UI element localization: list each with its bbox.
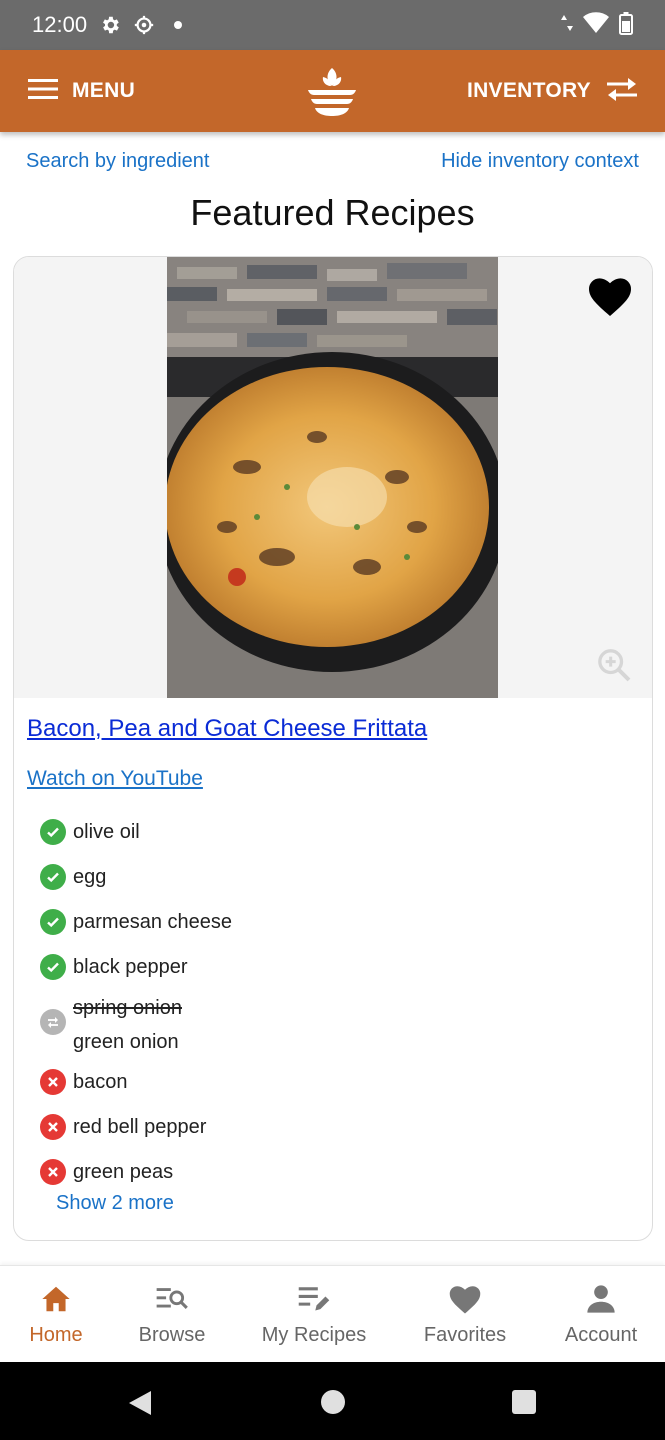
app-bar: MENU INVENTORY bbox=[0, 50, 665, 132]
zoom-in-icon[interactable] bbox=[594, 645, 634, 685]
recipe-title-link[interactable]: Bacon, Pea and Goat Cheese Frittata bbox=[27, 715, 427, 743]
ingredient-item: egg bbox=[40, 862, 620, 907]
ingredient-item: olive oil bbox=[40, 817, 620, 862]
swap-circle-icon bbox=[40, 1009, 66, 1035]
bottom-navigation: Home Browse My Recipes Favorites Account bbox=[0, 1265, 665, 1363]
nav-browse[interactable]: Browse bbox=[128, 1266, 216, 1363]
data-arrows-icon bbox=[561, 14, 573, 37]
edit-list-icon bbox=[297, 1283, 331, 1315]
favorite-heart-icon[interactable] bbox=[586, 273, 634, 319]
battery-icon bbox=[619, 11, 633, 40]
ingredient-name: parmesan cheese bbox=[73, 911, 232, 933]
page-title: Featured Recipes bbox=[190, 192, 475, 233]
home-circle-icon[interactable] bbox=[320, 1389, 346, 1420]
recents-square-icon[interactable] bbox=[511, 1389, 537, 1420]
ingredient-name: olive oil bbox=[73, 821, 140, 843]
check-circle-icon bbox=[40, 819, 66, 845]
ingredient-name: green peas bbox=[73, 1161, 174, 1183]
notification-dot-icon bbox=[167, 14, 189, 36]
nav-account[interactable]: Account bbox=[554, 1266, 648, 1363]
nav-my-recipes-label: My Recipes bbox=[261, 1324, 367, 1346]
cancel-circle-icon bbox=[40, 1159, 66, 1185]
check-circle-icon bbox=[40, 954, 66, 980]
hamburger-icon bbox=[28, 78, 58, 105]
ingredient-name: bacon bbox=[73, 1071, 128, 1093]
system-navigation-bar bbox=[0, 1362, 665, 1440]
context-links-row: Search by ingredient Hide inventory cont… bbox=[26, 146, 639, 176]
settings-gear-icon bbox=[99, 14, 121, 36]
ingredient-item: bacon bbox=[40, 1067, 620, 1112]
original-ingredient-name: spring onion bbox=[73, 997, 182, 1019]
inventory-label: INVENTORY bbox=[466, 79, 591, 102]
substitute-ingredient-name: green onion bbox=[73, 1031, 179, 1053]
person-icon bbox=[585, 1283, 617, 1315]
status-time: 12:00 bbox=[32, 12, 88, 37]
ingredient-name: red bell pepper bbox=[73, 1116, 207, 1138]
ingredient-item-substitute: spring onion green onion bbox=[40, 997, 620, 1067]
ingredient-item: parmesan cheese bbox=[40, 907, 620, 952]
recipe-photo[interactable] bbox=[167, 257, 498, 698]
nav-favorites[interactable]: Favorites bbox=[414, 1266, 516, 1363]
nav-home-label: Home bbox=[29, 1324, 83, 1346]
ingredient-item: black pepper bbox=[40, 952, 620, 997]
wifi-icon bbox=[583, 11, 609, 39]
home-icon bbox=[39, 1283, 73, 1315]
recipe-card[interactable]: Bacon, Pea and Goat Cheese Frittata Watc… bbox=[13, 256, 653, 1241]
ingredient-name: black pepper bbox=[73, 956, 188, 978]
nav-favorites-label: Favorites bbox=[423, 1324, 507, 1346]
status-bar: 12:00 bbox=[0, 0, 665, 50]
recipe-image-area[interactable] bbox=[14, 257, 652, 698]
ingredient-substitution: spring onion green onion bbox=[73, 997, 182, 1057]
nav-browse-label: Browse bbox=[138, 1324, 206, 1346]
swap-arrows-icon bbox=[605, 76, 639, 107]
nav-home[interactable]: Home bbox=[20, 1266, 92, 1363]
ingredient-item: red bell pepper bbox=[40, 1112, 620, 1157]
check-circle-icon bbox=[40, 909, 66, 935]
browse-search-list-icon bbox=[155, 1283, 189, 1315]
nav-account-label: Account bbox=[564, 1324, 638, 1346]
cancel-circle-icon bbox=[40, 1114, 66, 1140]
check-circle-icon bbox=[40, 864, 66, 890]
ingredient-list: olive oil egg parmesan cheese black pepp… bbox=[40, 817, 620, 1202]
nav-my-recipes[interactable]: My Recipes bbox=[252, 1266, 376, 1363]
menu-label: MENU bbox=[72, 79, 136, 102]
ingredient-name: egg bbox=[73, 866, 107, 888]
app-logo-icon bbox=[302, 62, 362, 122]
cancel-circle-icon bbox=[40, 1069, 66, 1095]
search-by-ingredient-link[interactable]: Search by ingredient bbox=[26, 150, 209, 173]
back-triangle-icon[interactable] bbox=[127, 1389, 153, 1422]
menu-button[interactable]: MENU bbox=[28, 50, 135, 132]
heart-icon bbox=[447, 1283, 483, 1315]
inventory-button[interactable]: INVENTORY bbox=[467, 50, 639, 132]
hide-inventory-context-link[interactable]: Hide inventory context bbox=[441, 150, 639, 173]
watch-on-youtube-link[interactable]: Watch on YouTube bbox=[27, 767, 203, 791]
status-right bbox=[561, 11, 633, 40]
debug-icon bbox=[133, 14, 155, 36]
show-more-ingredients-link[interactable]: Show 2 more bbox=[56, 1192, 174, 1215]
